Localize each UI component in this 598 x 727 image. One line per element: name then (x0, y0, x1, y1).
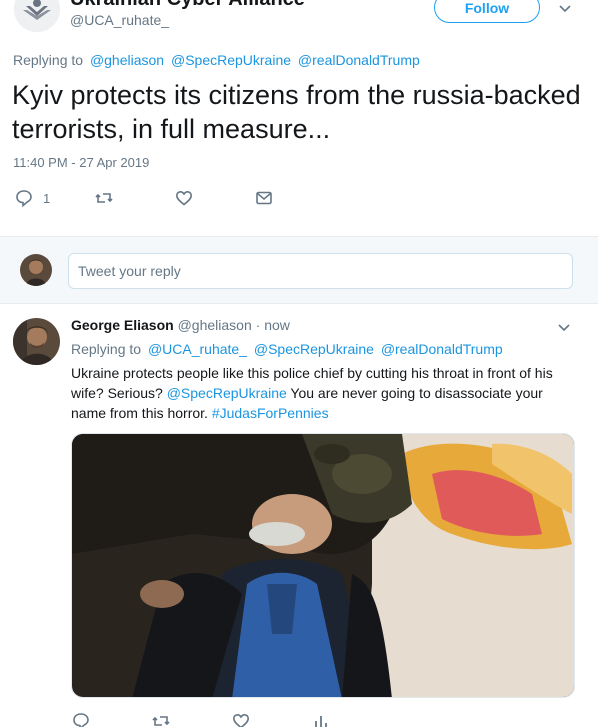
user-handle[interactable]: @UCA_ruhate_ (70, 12, 169, 28)
mention-link[interactable]: @gheliason (90, 52, 164, 68)
profile-avatar[interactable] (14, 0, 60, 32)
tweet-media-image[interactable] (71, 433, 575, 698)
mention-link[interactable]: @SpecRepUkraine (254, 341, 374, 357)
avatar[interactable] (20, 254, 52, 286)
retweet-icon (94, 188, 114, 208)
mention-link[interactable]: @realDonaldTrump (298, 52, 420, 68)
mention-link[interactable]: @SpecRepUkraine (171, 52, 291, 68)
tweet-header: Ukrainian Cyber Alliance @UCA_ruhate_ Fo… (0, 0, 598, 40)
user-handle[interactable]: @gheliason (178, 317, 252, 333)
reply-tweet-header: George Eliason @gheliason · now (71, 317, 290, 333)
chevron-down-icon[interactable] (557, 0, 573, 16)
like-icon (174, 188, 194, 208)
dm-button[interactable] (254, 188, 274, 208)
reply-input[interactable] (68, 253, 573, 289)
reply-button[interactable]: 1 (14, 188, 50, 208)
like-icon[interactable] (231, 711, 251, 727)
reply-icon (14, 188, 34, 208)
replying-to: Replying to @UCA_ruhate_ @SpecRepUkraine… (71, 341, 503, 357)
analytics-icon[interactable] (311, 711, 331, 727)
avatar[interactable] (13, 318, 60, 365)
dm-icon (254, 188, 274, 208)
chevron-down-icon[interactable] (556, 319, 572, 335)
tweet-actions: 1 (0, 186, 598, 210)
reply-icon[interactable] (71, 711, 91, 727)
mention-link[interactable]: @UCA_ruhate_ (148, 341, 247, 357)
replying-to: Replying to @gheliason @SpecRepUkraine @… (13, 52, 420, 68)
replying-prefix: Replying to (71, 341, 142, 357)
reply-tweet-actions (71, 711, 371, 727)
replying-prefix: Replying to (13, 52, 84, 68)
follow-button[interactable]: Follow (434, 0, 540, 23)
mention-link[interactable]: @SpecRepUkraine (167, 385, 287, 401)
like-button[interactable] (174, 188, 194, 208)
tweet-text: Kyiv protects its citizens from the russ… (12, 80, 581, 144)
divider (0, 303, 598, 304)
mention-link[interactable]: @realDonaldTrump (381, 341, 503, 357)
retweet-icon[interactable] (151, 711, 171, 727)
retweet-button[interactable] (94, 188, 114, 208)
tweet-timestamp[interactable]: 11:40 PM - 27 Apr 2019 (13, 155, 149, 170)
display-name[interactable]: George Eliason (71, 317, 174, 333)
tweet-time[interactable]: · now (256, 317, 290, 333)
display-name[interactable]: Ukrainian Cyber Alliance (70, 0, 305, 11)
reply-tweet-text: Ukraine protects people like this police… (71, 363, 576, 423)
hashtag-link[interactable]: #JudasForPennies (212, 405, 329, 421)
reply-count: 1 (43, 190, 51, 206)
